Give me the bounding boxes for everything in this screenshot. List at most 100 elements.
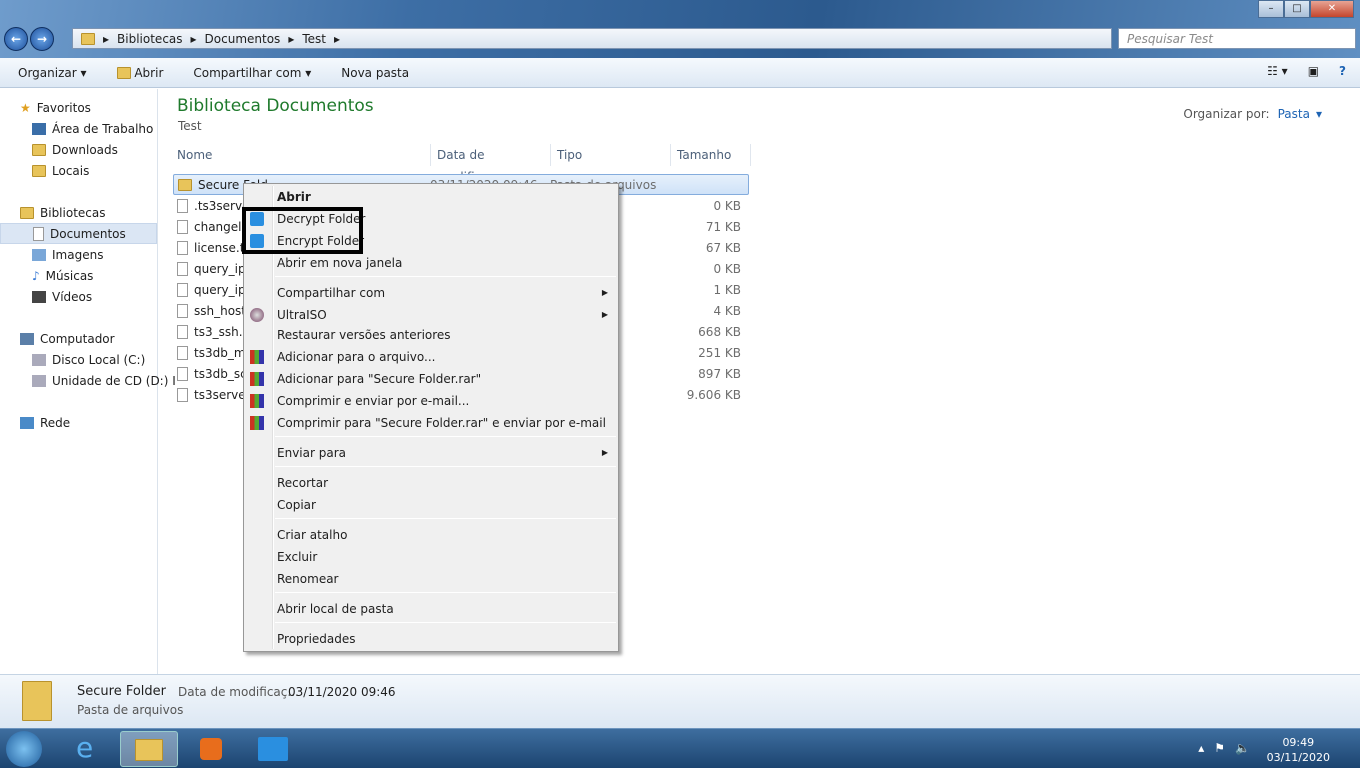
chevron-right-icon: ▸ <box>333 31 341 46</box>
status-type: Pasta de arquivos <box>77 703 184 717</box>
sidebar-computer[interactable]: Computador <box>0 328 157 349</box>
close-button[interactable]: ✕ <box>1310 0 1354 18</box>
menu-item-label: Renomear <box>277 572 339 586</box>
taskbar-ie-icon[interactable]: e <box>60 731 118 767</box>
taskbar-media-player-icon[interactable] <box>182 731 240 767</box>
menu-item-share-with[interactable]: Compartilhar com ▶ <box>244 282 618 304</box>
label: Computador <box>40 331 115 346</box>
taskbar-explorer-icon[interactable] <box>120 731 178 767</box>
menu-item-label: UltraISO <box>277 308 327 322</box>
sidebar-item-downloads[interactable]: Downloads <box>0 139 157 160</box>
cd-drive-icon <box>32 374 46 387</box>
menu-item-send-to[interactable]: Enviar para ▶ <box>244 442 618 464</box>
menu-item-add-to-archive[interactable]: Adicionar para o arquivo... <box>244 346 618 368</box>
sidebar-item-videos[interactable]: Vídeos <box>0 286 157 307</box>
menu-item-delete[interactable]: Excluir <box>244 546 618 568</box>
folder-icon <box>81 32 95 45</box>
column-name[interactable]: Nome <box>171 144 431 166</box>
sidebar-favorites[interactable]: ★ Favoritos <box>0 97 157 118</box>
sidebar-item-cd-d[interactable]: Unidade de CD (D:) I <box>0 370 176 391</box>
menu-item-add-to-rar[interactable]: Adicionar para "Secure Folder.rar" <box>244 368 618 390</box>
organize-by-dropdown[interactable]: Pasta <box>1278 107 1310 121</box>
clock[interactable]: 09:49 03/11/2020 <box>1267 735 1330 765</box>
window-titlebar: – □ ✕ ← → ▸ Bibliotecas ▸ Documentos ▸ T… <box>0 0 1360 58</box>
file-name: ts3_ssh.c <box>194 324 250 339</box>
label: Músicas <box>45 268 94 283</box>
breadcrumb-documentos[interactable]: Documentos <box>205 32 281 46</box>
organize-by-label: Organizar por: <box>1183 107 1270 121</box>
view-options-icon[interactable]: ☷ ▾ <box>1267 64 1288 78</box>
label: Imagens <box>52 247 104 262</box>
preview-pane-icon[interactable]: ▣ <box>1308 64 1319 78</box>
sidebar-item-pictures[interactable]: Imagens <box>0 244 157 265</box>
back-button[interactable]: ← <box>4 27 28 51</box>
column-date[interactable]: Data de modificaç... <box>431 144 551 184</box>
chevron-down-icon[interactable]: ▾ <box>1316 107 1322 121</box>
menu-item-label: Compartilhar com <box>277 286 386 300</box>
file-size: 4 KB <box>713 303 741 318</box>
page-subtitle: Test <box>178 119 202 133</box>
menu-item-open-folder-location[interactable]: Abrir local de pasta <box>244 598 618 620</box>
file-size: 251 KB <box>698 345 741 360</box>
file-name: ts3serve <box>194 387 246 402</box>
libraries-icon <box>20 206 34 219</box>
label: Unidade de CD (D:) I <box>52 373 176 388</box>
file-size: 897 KB <box>698 366 741 381</box>
menu-item-create-shortcut[interactable]: Criar atalho <box>244 524 618 546</box>
taskbar-secure-folder-icon[interactable] <box>244 731 302 767</box>
open-button[interactable]: Abrir <box>116 66 163 80</box>
breadcrumb-test[interactable]: Test <box>302 32 326 46</box>
start-button[interactable] <box>6 731 42 767</box>
volume-icon[interactable]: 🔈 <box>1235 741 1250 755</box>
menu-item-compress-email[interactable]: Comprimir e enviar por e-mail... <box>244 390 618 412</box>
file-name: changel <box>194 219 242 234</box>
clock-date: 03/11/2020 <box>1266 751 1330 764</box>
menu-item-open[interactable]: Abrir <box>244 186 618 208</box>
menu-item-copy[interactable]: Copiar <box>244 494 618 516</box>
minimize-button[interactable]: – <box>1258 0 1284 18</box>
sidebar-item-recent[interactable]: Locais <box>0 160 157 181</box>
menu-item-restore-previous-versions[interactable]: Restaurar versões anteriores <box>244 324 618 346</box>
forward-button[interactable]: → <box>30 27 54 51</box>
organize-button[interactable]: Organizar ▾ <box>18 66 87 80</box>
menu-item-ultraiso[interactable]: UltraISO ▶ <box>244 304 618 326</box>
file-size: 0 KB <box>713 198 741 213</box>
menu-item-label: Comprimir e enviar por e-mail... <box>277 394 470 408</box>
help-icon[interactable]: ? <box>1339 64 1346 78</box>
sidebar-item-disk-c[interactable]: Disco Local (C:) <box>0 349 157 370</box>
menu-item-label: Copiar <box>277 498 316 512</box>
sidebar-item-documents[interactable]: Documentos <box>0 223 157 244</box>
maximize-button[interactable]: □ <box>1284 0 1310 18</box>
computer-icon <box>20 332 34 345</box>
sidebar-libraries[interactable]: Bibliotecas <box>0 202 157 223</box>
highlight-box <box>242 207 363 254</box>
menu-item-compress-rar-email[interactable]: Comprimir para "Secure Folder.rar" e env… <box>244 412 618 434</box>
show-hidden-icons[interactable]: ▴ <box>1198 741 1204 755</box>
folder-icon <box>178 178 192 191</box>
address-bar[interactable]: ▸ Bibliotecas ▸ Documentos ▸ Test ▸ <box>72 28 1112 49</box>
menu-item-properties[interactable]: Propriedades <box>244 628 618 650</box>
pictures-icon <box>32 248 46 261</box>
sidebar-network[interactable]: Rede <box>0 412 157 433</box>
share-button[interactable]: Compartilhar com ▾ <box>193 66 311 80</box>
network-icon <box>20 416 34 429</box>
menu-separator <box>275 622 616 623</box>
sidebar-item-desktop[interactable]: Área de Trabalho <box>0 118 157 139</box>
search-input[interactable]: Pesquisar Test <box>1118 28 1356 49</box>
flag-icon[interactable]: ⚑ <box>1214 741 1225 755</box>
menu-item-cut[interactable]: Recortar <box>244 472 618 494</box>
submenu-arrow-icon: ▶ <box>601 288 608 297</box>
winrar-icon <box>250 350 264 364</box>
menu-item-open-new-window[interactable]: Abrir em nova janela <box>244 252 618 274</box>
navigation-pane: ★ Favoritos Área de Trabalho Downloads Lo… <box>0 89 176 674</box>
breadcrumb-bibliotecas[interactable]: Bibliotecas <box>117 32 182 46</box>
sidebar-item-music[interactable]: ♪ Músicas <box>0 265 157 286</box>
menu-item-label: Adicionar para o arquivo... <box>277 350 436 364</box>
column-type[interactable]: Tipo <box>551 144 671 166</box>
chevron-right-icon: ▸ <box>103 31 110 46</box>
column-size[interactable]: Tamanho <box>671 144 751 166</box>
file-name: ts3db_m <box>194 345 246 360</box>
new-folder-button[interactable]: Nova pasta <box>341 66 409 80</box>
menu-item-rename[interactable]: Renomear <box>244 568 618 590</box>
submenu-arrow-icon: ▶ <box>601 310 608 319</box>
